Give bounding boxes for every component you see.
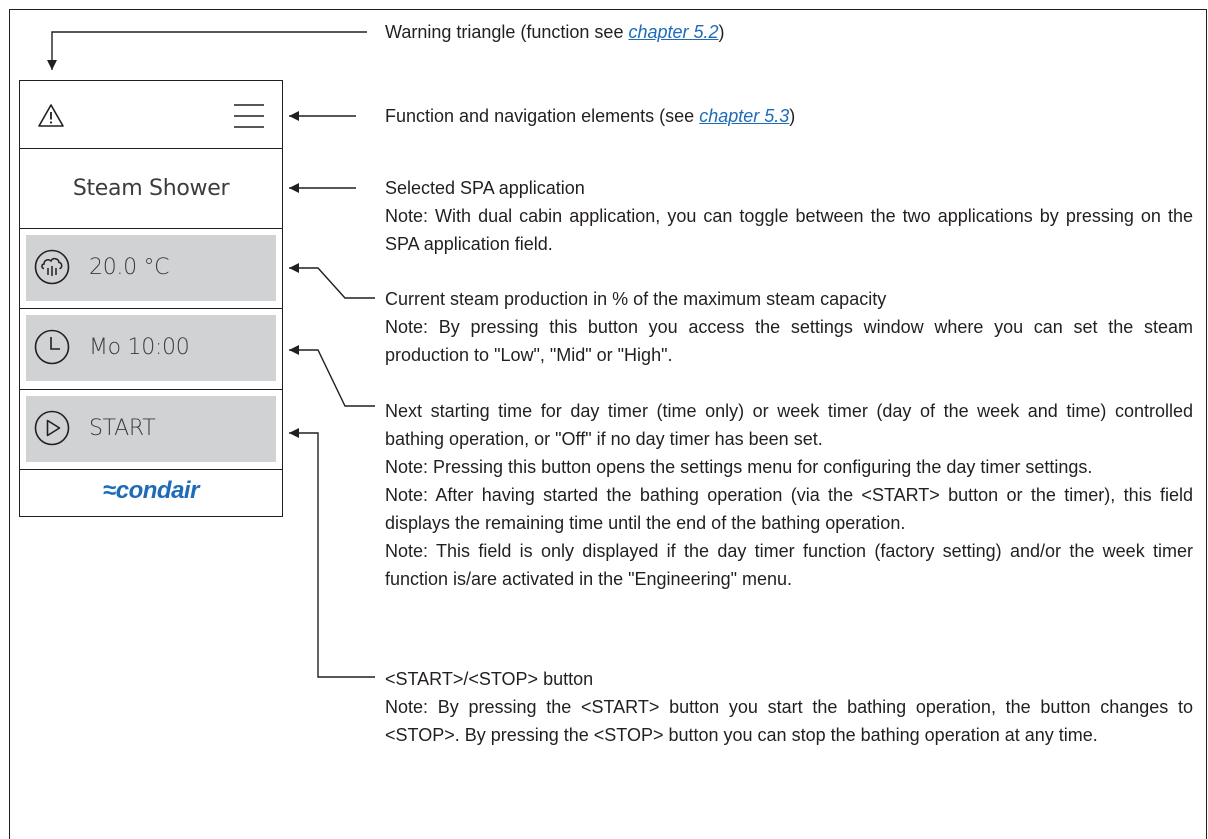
steam-production-value: 20.0 °C — [89, 255, 170, 280]
timer-note-3: Note: This field is only displayed if th… — [385, 541, 1193, 589]
steam-cloud-icon — [34, 249, 70, 285]
steam-production-button[interactable]: 20.0 °C — [26, 235, 276, 301]
chapter-5-2-link[interactable]: chapter 5.2 — [628, 22, 718, 42]
timer-note-1: Note: Pressing this button opens the set… — [385, 457, 1093, 477]
steam-production-annotation: Current steam production in % of the max… — [385, 285, 1193, 369]
clock-icon — [34, 329, 70, 365]
warning-triangle-annotation: Warning triangle (function see chapter 5… — [385, 22, 725, 42]
function-navigation-bar — [20, 81, 282, 149]
timer-annotation: Next starting time for day timer (time o… — [385, 397, 1193, 593]
timer-connector — [289, 345, 375, 407]
timer-title: Next starting time for day timer (time o… — [385, 401, 1193, 449]
spa-application-field[interactable]: Steam Shower — [20, 149, 282, 229]
timer-value: Mo 10:00 — [89, 335, 190, 360]
start-button[interactable]: START — [26, 396, 276, 462]
control-panel-display: Steam Shower 20.0 °C Mo 10:00 START ≈con… — [19, 80, 283, 517]
navigation-annotation: Function and navigation elements (see ch… — [385, 106, 796, 126]
chapter-5-3-link[interactable]: chapter 5.3 — [699, 106, 789, 126]
spa-application-name: Steam Shower — [72, 176, 230, 201]
condair-logo: ≈condair — [103, 477, 199, 504]
steam-connector — [289, 263, 375, 299]
spa-application-note: Note: With dual cabin application, you c… — [385, 206, 1193, 254]
steam-production-note: Note: By pressing this button you access… — [385, 317, 1193, 365]
steam-production-title: Current steam production in % of the max… — [385, 289, 887, 309]
warning-connector — [47, 31, 367, 70]
steam-production-row: 20.0 °C — [20, 229, 282, 309]
spa-application-title: Selected SPA application — [385, 178, 585, 198]
timer-row: Mo 10:00 — [20, 309, 282, 390]
start-stop-title: <START>/<STOP> button — [385, 669, 594, 689]
play-icon — [34, 410, 70, 446]
start-connector — [289, 428, 375, 678]
start-row: START — [20, 390, 282, 470]
timer-button[interactable]: Mo 10:00 — [26, 315, 276, 381]
start-stop-annotation: <START>/<STOP> button Note: By pressing … — [385, 665, 1193, 749]
spa-application-annotation: Selected SPA application Note: With dual… — [385, 174, 1193, 258]
brand-logo-row: ≈condair — [20, 470, 282, 516]
start-stop-note: Note: By pressing the <START> button you… — [385, 697, 1193, 745]
timer-note-2: Note: After having started the bathing o… — [385, 485, 1193, 533]
start-label: START — [89, 416, 156, 441]
warning-triangle-icon[interactable] — [37, 103, 65, 129]
menu-icon[interactable] — [233, 103, 265, 129]
